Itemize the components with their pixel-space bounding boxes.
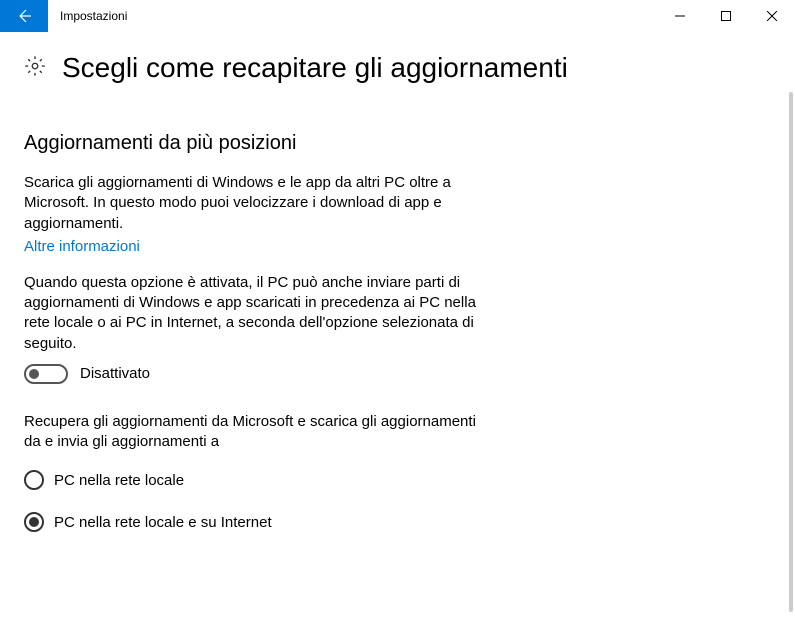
radio-label: PC nella rete locale e su Internet [54, 514, 272, 531]
title-bar: Impostazioni [0, 0, 795, 32]
radio-label: PC nella rete locale [54, 472, 184, 489]
page-title: Scegli come recapitare gli aggiornamenti [62, 52, 568, 84]
close-button[interactable] [749, 0, 795, 32]
toggle-knob [29, 369, 39, 379]
description-text-1: Scarica gli aggiornamenti di Windows e l… [24, 173, 494, 234]
window-title: Impostazioni [48, 0, 657, 32]
radio-button [24, 512, 44, 532]
feature-toggle[interactable] [24, 364, 68, 384]
maximize-icon [721, 11, 731, 21]
window-controls [657, 0, 795, 32]
gear-icon [24, 55, 46, 81]
learn-more-link[interactable]: Altre informazioni [24, 238, 140, 255]
minimize-button[interactable] [657, 0, 703, 32]
radio-option-local[interactable]: PC nella rete locale [24, 470, 771, 490]
section-title: Aggiornamenti da più posizioni [24, 132, 771, 155]
maximize-button[interactable] [703, 0, 749, 32]
radio-button [24, 470, 44, 490]
toggle-label: Disattivato [80, 365, 150, 382]
toggle-row: Disattivato [24, 364, 771, 384]
description-text-2: Quando questa opzione è attivata, il PC … [24, 273, 494, 354]
minimize-icon [675, 11, 685, 21]
close-icon [767, 11, 777, 21]
page-header: Scegli come recapitare gli aggiornamenti [24, 52, 771, 84]
arrow-left-icon [16, 8, 32, 24]
back-button[interactable] [0, 0, 48, 32]
scrollbar[interactable] [789, 92, 793, 612]
description-text-3: Recupera gli aggiornamenti da Microsoft … [24, 412, 494, 453]
content-area: Scegli come recapitare gli aggiornamenti… [0, 32, 795, 629]
radio-option-internet[interactable]: PC nella rete locale e su Internet [24, 512, 771, 532]
